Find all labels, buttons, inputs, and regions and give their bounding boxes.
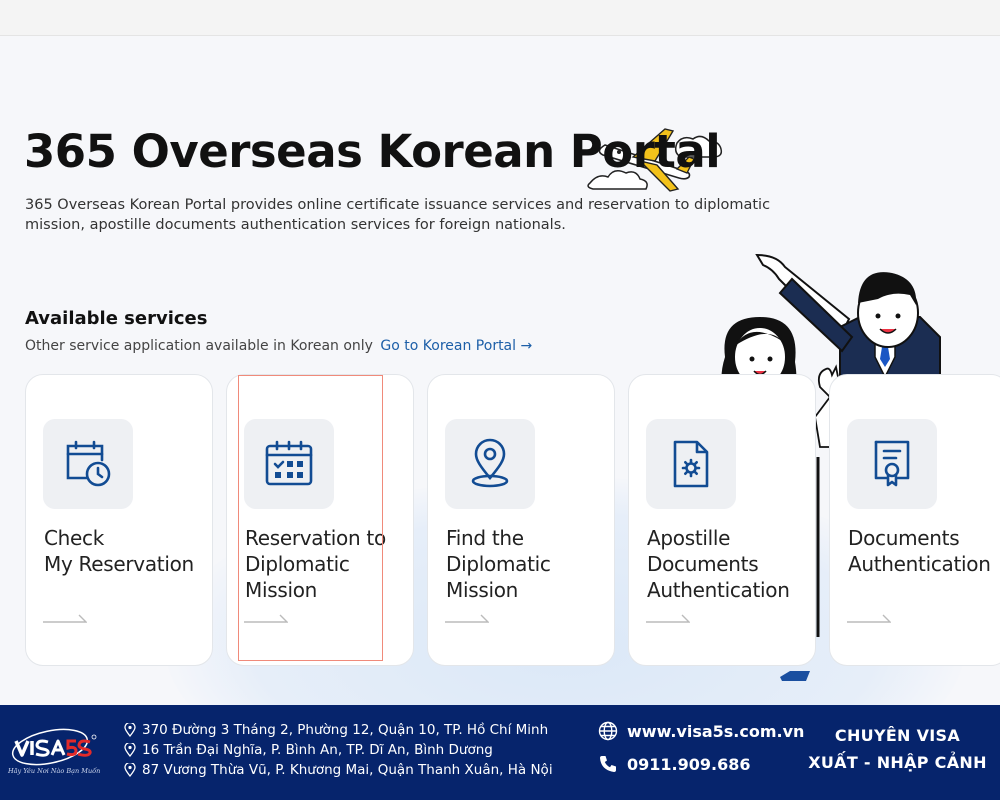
service-card-icon-box bbox=[847, 419, 937, 509]
korean-only-note: Other service application available in K… bbox=[25, 338, 532, 354]
globe-icon bbox=[598, 721, 618, 741]
arrow-right-icon bbox=[646, 614, 690, 623]
korean-only-note-text: Other service application available in K… bbox=[25, 338, 373, 354]
service-card-label: Documents Authentication bbox=[848, 526, 991, 576]
footer-slogan-line-2: XUẤT - NHẬP CẢNH bbox=[808, 753, 987, 772]
footer-address-1: 370 Đường 3 Tháng 2, Phường 12, Quận 10,… bbox=[124, 722, 548, 738]
footer-slogan-line-1: CHUYÊN VISA bbox=[834, 726, 961, 745]
footer-tagline: Hãy Yêu Nơi Nào Bạn Muốn bbox=[8, 767, 101, 775]
footer-banner: Hãy Yêu Nơi Nào Bạn Muốn 370 Đường 3 Thá… bbox=[0, 705, 1000, 800]
calendar-clock-icon bbox=[66, 440, 111, 487]
footer-website-text: www.visa5s.com.vn bbox=[627, 721, 805, 741]
location-pin-icon bbox=[124, 723, 136, 737]
footer-address-3: 87 Vương Thừa Vũ, P. Khương Mai, Quận Th… bbox=[124, 762, 553, 778]
service-card-label: Find the Diplomatic Mission bbox=[446, 526, 551, 602]
arrow-right-icon bbox=[43, 614, 87, 623]
footer-website[interactable]: www.visa5s.com.vn bbox=[598, 721, 804, 741]
footer-address-2: 16 Trần Đại Nghĩa, P. Bình An, TP. Dĩ An… bbox=[124, 742, 493, 758]
arrow-right-icon bbox=[847, 614, 891, 623]
available-services-heading: Available services bbox=[25, 308, 208, 329]
footer-phone-text: 0911.909.686 bbox=[627, 754, 751, 774]
location-pin-icon bbox=[124, 743, 136, 757]
visa5s-logo bbox=[11, 728, 97, 766]
footer-address-text: 16 Trần Đại Nghĩa, P. Bình An, TP. Dĩ An… bbox=[142, 742, 493, 758]
footer-phone[interactable]: 0911.909.686 bbox=[598, 754, 750, 774]
top-navigation-bar bbox=[0, 0, 1000, 36]
page-description: 365 Overseas Korean Portal provides onli… bbox=[25, 197, 771, 233]
service-card-check-reservation[interactable]: Check My Reservation bbox=[25, 374, 213, 666]
service-card-label: Check My Reservation bbox=[44, 526, 194, 576]
document-gear-icon bbox=[673, 440, 709, 488]
location-pin-icon bbox=[124, 763, 136, 777]
service-card-apostille-documents-authentication[interactable]: Apostille Documents Authentication bbox=[628, 374, 816, 666]
service-card-icon-box bbox=[646, 419, 736, 509]
main-content: 365 Overseas Korean Portal 365 Overseas … bbox=[0, 37, 1000, 705]
page-title: 365 Overseas Korean Portal bbox=[24, 125, 721, 178]
service-card-documents-authentication[interactable]: Documents Authentication bbox=[829, 374, 1000, 666]
service-card-icon-box bbox=[445, 419, 535, 509]
arrow-right-icon bbox=[445, 614, 489, 623]
service-card-label: Apostille Documents Authentication bbox=[647, 526, 790, 602]
footer-address-text: 370 Đường 3 Tháng 2, Phường 12, Quận 10,… bbox=[142, 722, 549, 738]
phone-icon bbox=[600, 756, 616, 772]
certificate-icon bbox=[874, 440, 910, 487]
footer-address-text: 87 Vương Thừa Vũ, P. Khương Mai, Quận Th… bbox=[142, 762, 553, 778]
go-to-korean-portal-link[interactable]: Go to Korean Portal → bbox=[380, 338, 532, 354]
service-card-icon-box bbox=[43, 419, 133, 509]
map-pin-icon bbox=[471, 438, 509, 488]
service-card-find-diplomatic-mission[interactable]: Find the Diplomatic Mission bbox=[427, 374, 615, 666]
selection-highlight bbox=[238, 375, 383, 661]
